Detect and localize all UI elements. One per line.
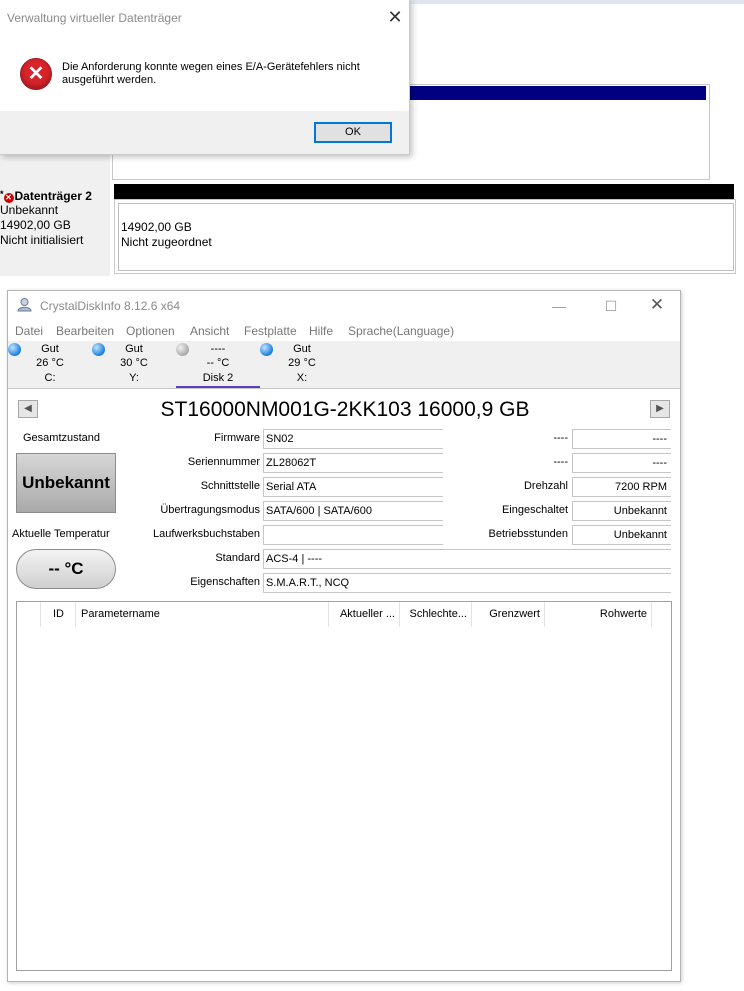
unallocated-size: 14902,00 GB	[121, 220, 192, 234]
disk-tab-c[interactable]: Gut 26 °C C:	[8, 341, 92, 387]
column-worst[interactable]: Schlechte...	[400, 602, 472, 627]
smart-table[interactable]	[16, 601, 672, 971]
disk-tab-drive: Y:	[129, 372, 139, 384]
minimize-icon[interactable]: —	[549, 297, 569, 315]
transfer-mode-label: Übertragungsmodus	[160, 504, 260, 516]
smart-table-header: ID Parametername Aktueller ... Schlechte…	[17, 602, 671, 627]
previous-disk-button[interactable]: ◀	[18, 400, 38, 418]
health-status-button[interactable]: Unbekannt	[16, 453, 116, 513]
disk-tab-drive: C:	[44, 372, 56, 384]
unallocated-bar	[114, 184, 734, 199]
error-icon: ✕	[20, 58, 52, 90]
close-icon[interactable]: ✕	[386, 8, 404, 26]
features-value: S.M.A.R.T., NCQ	[263, 573, 671, 593]
right-field-2-value: ----	[572, 453, 671, 473]
menu-optionen[interactable]: Optionen	[126, 324, 175, 338]
dialog-title: Verwaltung virtueller Datenträger	[7, 11, 182, 25]
column-status[interactable]	[17, 602, 41, 627]
crystaldiskinfo-app-icon	[17, 298, 32, 312]
right-field-2-label: ----	[553, 456, 568, 468]
disk2-title-text: Datenträger 2	[14, 189, 92, 203]
power-on-count-value: Unbekannt	[572, 501, 671, 521]
right-field-1-value: ----	[572, 429, 671, 449]
disk-tab-status: ----	[210, 343, 226, 355]
menu-bar: Datei Bearbeiten Optionen Ansicht Festpl…	[8, 321, 680, 341]
menu-hilfe[interactable]: Hilfe	[309, 324, 333, 338]
column-parameter-name[interactable]: Parametername	[76, 602, 329, 627]
disk-tab-status: Gut	[125, 343, 143, 355]
disk-tab-temp: 26 °C	[36, 357, 64, 369]
power-on-count-label: Eingeschaltet	[501, 504, 568, 516]
disk-tab-x[interactable]: Gut 29 °C X:	[260, 341, 344, 387]
features-label: Eigenschaften	[190, 576, 260, 588]
ok-button[interactable]: OK	[314, 122, 392, 143]
status-unknown-icon	[176, 343, 189, 356]
disk-tab-temp: 30 °C	[120, 357, 148, 369]
disk-tab-status: Gut	[293, 343, 311, 355]
menu-bearbeiten[interactable]: Bearbeiten	[56, 324, 114, 338]
error-circle-icon: ✕	[3, 193, 14, 203]
disk-tabs: Gut 26 °C C: Gut 30 °C Y: ---- -- °C Dis…	[8, 341, 680, 389]
disk2-type: Unbekannt	[0, 203, 59, 217]
column-threshold[interactable]: Grenzwert	[472, 602, 545, 627]
menu-festplatte[interactable]: Festplatte	[244, 324, 297, 338]
overall-health-label: Gesamtzustand	[23, 432, 101, 444]
disk-tab-temp: 29 °C	[288, 357, 316, 369]
column-id[interactable]: ID	[41, 602, 76, 627]
disk2-title[interactable]: * ✕ Datenträger 2	[0, 187, 92, 204]
temperature-button[interactable]: -- °C	[16, 549, 116, 589]
rotation-rate-label: Drehzahl	[523, 480, 568, 492]
temperature-label-text: Aktuelle Temperatur	[12, 528, 110, 540]
right-field-1-label: ----	[553, 432, 568, 444]
disk-tab-temp: -- °C	[206, 357, 230, 369]
next-disk-button[interactable]: ▶	[650, 400, 670, 418]
status-good-icon	[92, 343, 105, 356]
menu-ansicht[interactable]: Ansicht	[190, 324, 229, 338]
transfer-mode-value: SATA/600 | SATA/600	[263, 501, 443, 521]
temperature-label: Aktuelle Temperatur	[12, 528, 116, 540]
disk2-state: Nicht initialisiert	[0, 233, 84, 247]
active-tab-indicator	[176, 386, 260, 388]
disk-model: ST16000NM001G-2KK103 16000,9 GB	[160, 398, 530, 421]
interface-label: Schnittstelle	[200, 480, 260, 492]
firmware-label: Firmware	[214, 432, 260, 444]
cdi-title: CrystalDiskInfo 8.12.6 x64	[40, 299, 181, 313]
menu-datei[interactable]: Datei	[15, 324, 43, 338]
disk-tab-disk2[interactable]: ---- -- °C Disk 2	[176, 341, 260, 387]
close-icon[interactable]: ✕	[647, 296, 667, 314]
rotation-rate-value: 7200 RPM	[572, 477, 671, 497]
dialog-message: Die Anforderung konnte wegen eines E/A-G…	[62, 61, 360, 86]
drive-letters-label: Laufwerksbuchstaben	[152, 528, 260, 540]
power-on-hours-value: Unbekannt	[572, 525, 671, 545]
unallocated-label: Nicht zugeordnet	[121, 235, 212, 249]
serial-label: Seriennummer	[187, 456, 260, 468]
maximize-icon[interactable]: ☐	[601, 297, 621, 315]
firmware-value: SN02	[263, 429, 443, 449]
disk-tab-status: Gut	[41, 343, 59, 355]
standard-label: Standard	[215, 552, 260, 564]
disk-tab-drive: X:	[296, 372, 308, 384]
power-on-hours-label: Betriebsstunden	[488, 528, 569, 540]
status-good-icon	[8, 343, 21, 356]
status-good-icon	[260, 343, 273, 356]
disk-tab-y[interactable]: Gut 30 °C Y:	[92, 341, 176, 387]
column-raw-values[interactable]: Rohwerte	[545, 602, 652, 627]
disk-tab-drive: Disk 2	[202, 372, 234, 384]
standard-value: ACS-4 | ----	[263, 549, 671, 569]
serial-value: ZL28062T	[263, 453, 443, 473]
menu-sprache[interactable]: Sprache(Language)	[348, 324, 454, 338]
drive-letters-value	[263, 525, 443, 545]
disk2-size: 14902,00 GB	[0, 218, 71, 232]
interface-value: Serial ATA	[263, 477, 443, 497]
column-current[interactable]: Aktueller ...	[329, 602, 400, 627]
